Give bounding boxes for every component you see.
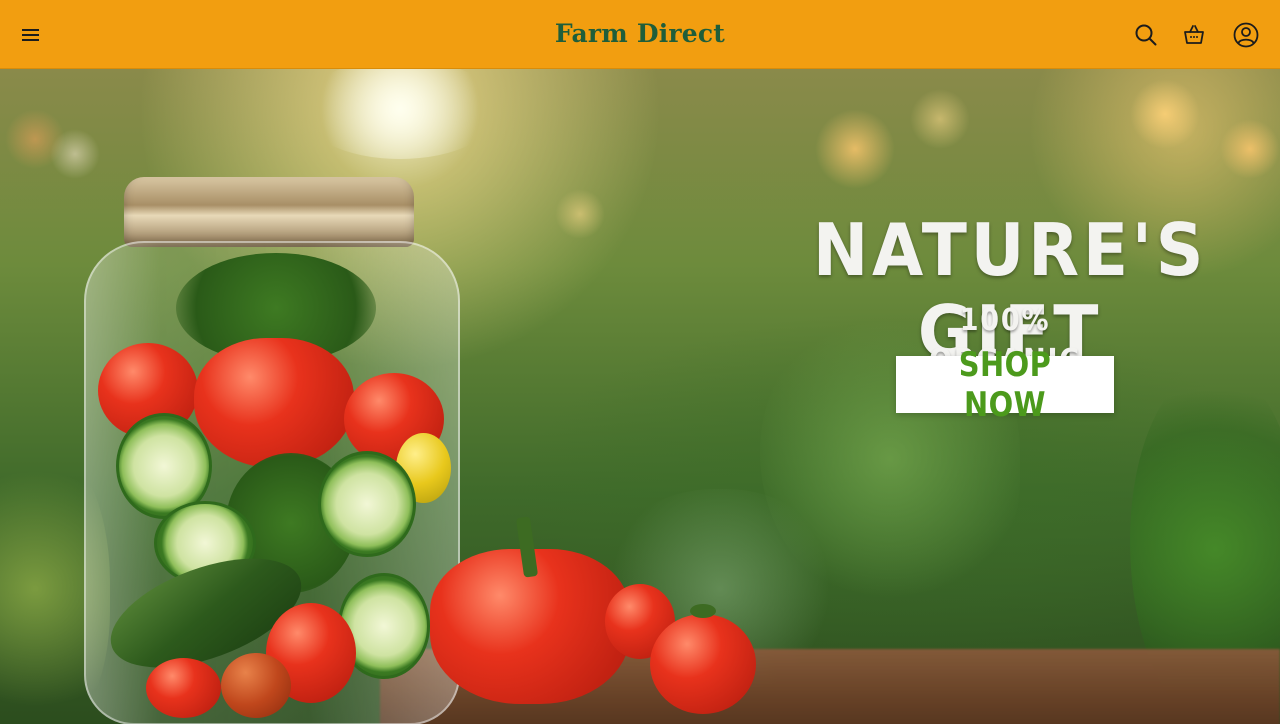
brand-logo[interactable]: Farm Direct [490,17,790,51]
bokeh-light [300,69,500,159]
cucumber-slice [318,451,416,557]
account-icon [1233,22,1259,48]
bokeh-light [910,89,970,149]
site-header: Farm Direct [0,0,1280,69]
bokeh-light [815,109,895,189]
menu-button[interactable] [18,22,44,48]
cherry-tomato [146,658,221,718]
tomato [650,614,756,714]
tomato-stem [690,604,716,618]
basket-icon [1184,25,1204,44]
bokeh-light [1220,119,1280,179]
bokeh-light [555,189,605,239]
vegetable-jar [84,241,460,724]
cherry-tomato [221,653,291,718]
jar-lid [124,177,414,247]
search-button[interactable] [1131,20,1161,50]
bokeh-light [1130,79,1200,149]
search-icon [1135,24,1157,46]
shop-now-button[interactable]: SHOP NOW [896,345,1114,425]
cart-button[interactable] [1179,20,1209,50]
bokeh-light [50,129,100,179]
account-button[interactable] [1231,20,1261,50]
red-pepper [194,338,354,468]
hero-banner[interactable]: NATURE'S GIFT 100% ORGANIC SHOP NOW [0,69,1280,724]
shop-now-label: SHOP NOW [958,344,1052,425]
menu-icon [22,29,39,41]
